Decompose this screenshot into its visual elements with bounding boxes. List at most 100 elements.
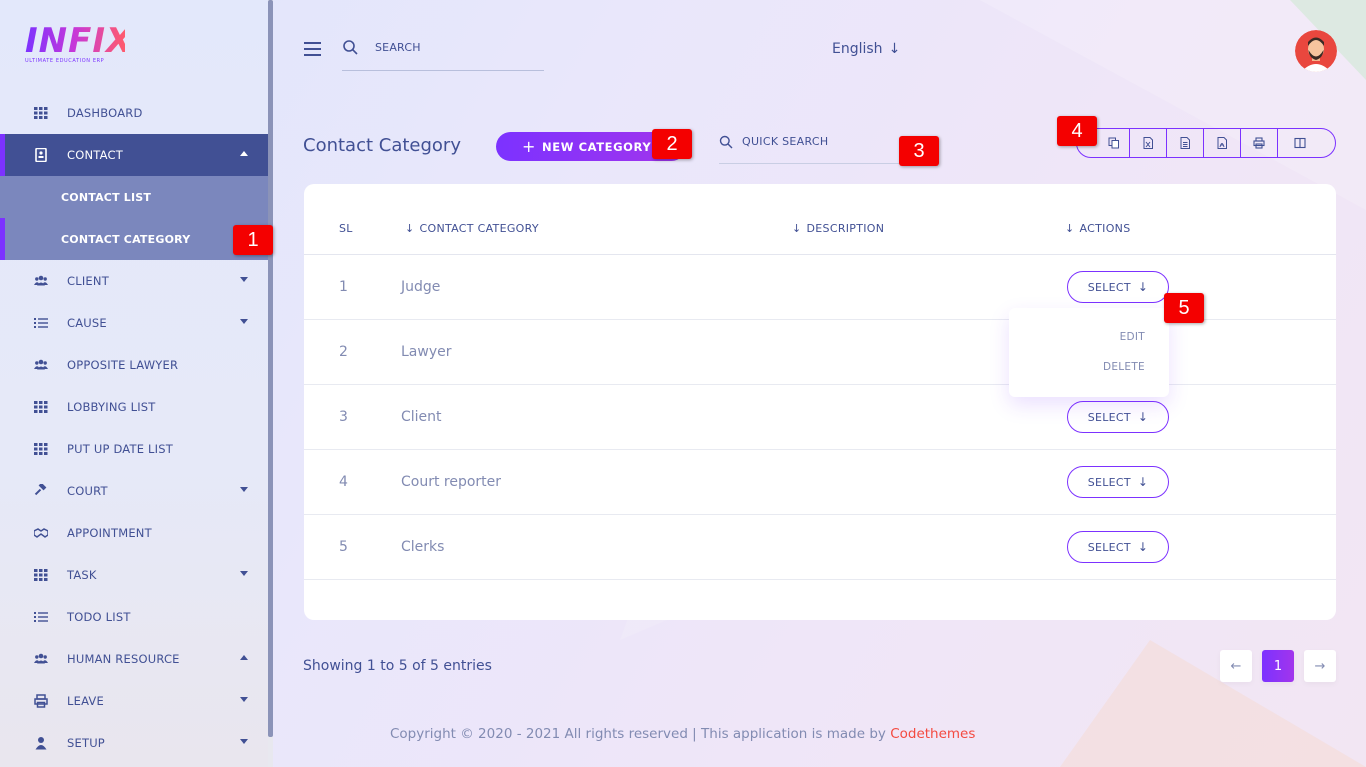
- table-row: 3 Client SELECT ↓: [304, 385, 1336, 450]
- row-sl: 5: [339, 539, 348, 555]
- row-category: Clerks: [401, 539, 445, 555]
- column-header-label: CONTACT CATEGORY: [419, 222, 539, 235]
- sidebar-item-label: CLIENT: [67, 274, 109, 288]
- chevron-down-icon: [240, 487, 248, 492]
- sidebar-menu: DASHBOARD CONTACT CONTACT LIST CONTACT C…: [0, 92, 268, 764]
- gavel-icon: [34, 484, 48, 498]
- logo[interactable]: INFIX ULTIMATE EDUCATION ERP: [25, 21, 134, 69]
- column-header-contact-category[interactable]: ↓ CONTACT CATEGORY: [405, 222, 539, 235]
- table-row: 2 Lawyer: [304, 320, 1336, 385]
- table-row: 5 Clerks SELECT ↓: [304, 515, 1336, 580]
- avatar[interactable]: [1295, 30, 1337, 72]
- chevron-down-icon: [240, 319, 248, 324]
- select-button[interactable]: SELECT ↓: [1067, 466, 1169, 498]
- grid-icon: [34, 568, 48, 582]
- language-selector[interactable]: English ↓: [832, 41, 900, 57]
- edit-menu-item[interactable]: EDIT: [1120, 331, 1145, 343]
- handshake-icon: [34, 526, 48, 540]
- arrow-down-icon: ↓: [1137, 475, 1149, 489]
- row-category: Lawyer: [401, 344, 452, 360]
- csv-button[interactable]: [1167, 129, 1204, 157]
- print-button[interactable]: [1241, 129, 1278, 157]
- prev-page-button[interactable]: ←: [1220, 650, 1252, 682]
- menu-toggle-icon[interactable]: [304, 42, 321, 56]
- excel-button[interactable]: [1130, 129, 1167, 157]
- search-input[interactable]: SEARCH: [342, 36, 544, 71]
- grid-icon: [34, 106, 48, 120]
- row-sl: 2: [339, 344, 348, 360]
- columns-icon: [1294, 137, 1306, 149]
- users-icon: [34, 652, 48, 666]
- sidebar-item-dashboard[interactable]: DASHBOARD: [0, 92, 268, 134]
- sidebar-item-opposite-lawyer[interactable]: OPPOSITE LAWYER: [0, 344, 268, 386]
- pdf-button[interactable]: [1204, 129, 1241, 157]
- chevron-down-icon: [240, 277, 248, 282]
- search-placeholder: SEARCH: [375, 41, 421, 54]
- main-content: SEARCH English ↓ Contact Category + NEW C…: [273, 0, 1366, 767]
- sidebar-item-label: HUMAN RESOURCE: [67, 652, 180, 666]
- sidebar-item-label: CONTACT: [67, 148, 123, 162]
- select-button[interactable]: SELECT ↓: [1067, 271, 1169, 303]
- row-sl: 3: [339, 409, 348, 425]
- logo-text: INFIX: [25, 21, 134, 61]
- sidebar-item-cause[interactable]: CAUSE: [0, 302, 268, 344]
- quick-search-input[interactable]: QUICK SEARCH: [719, 130, 899, 164]
- users-icon: [34, 274, 48, 288]
- sidebar-item-setup[interactable]: SETUP: [0, 722, 268, 764]
- arrow-down-icon: ↓: [1137, 280, 1149, 294]
- copy-icon: [1108, 137, 1119, 149]
- export-toolbar: [1076, 128, 1336, 158]
- search-icon: [719, 135, 733, 149]
- delete-menu-item[interactable]: DELETE: [1103, 361, 1145, 373]
- sidebar-item-contact[interactable]: CONTACT: [0, 134, 268, 176]
- sidebar-item-human-resource[interactable]: HUMAN RESOURCE: [0, 638, 268, 680]
- column-header-actions[interactable]: ↓ ACTIONS: [1065, 222, 1130, 235]
- sidebar-item-label: DASHBOARD: [67, 106, 143, 120]
- footer: Copyright © 2020 - 2021 All rights reser…: [390, 726, 975, 742]
- sort-arrow-icon: ↓: [792, 222, 802, 235]
- arrow-down-icon: ↓: [1137, 410, 1149, 424]
- page-1-button[interactable]: 1: [1262, 650, 1294, 682]
- users-icon: [34, 358, 48, 372]
- annotation-badge: 5: [1164, 293, 1204, 323]
- arrow-down-icon: ↓: [1137, 540, 1149, 554]
- columns-button[interactable]: [1278, 129, 1335, 157]
- actions-dropdown: EDIT DELETE: [1009, 308, 1169, 397]
- footer-text: Copyright © 2020 - 2021 All rights reser…: [390, 726, 891, 742]
- annotation-badge: 1: [233, 225, 273, 255]
- sidebar-item-label: CONTACT LIST: [61, 190, 152, 204]
- search-icon: [343, 40, 358, 55]
- sidebar-item-task[interactable]: TASK: [0, 554, 268, 596]
- footer-brand-link[interactable]: Codethemes: [890, 726, 975, 742]
- sidebar-item-label: APPOINTMENT: [67, 526, 152, 540]
- sidebar-item-put-up-date-list[interactable]: PUT UP DATE LIST: [0, 428, 268, 470]
- sidebar-item-client[interactable]: CLIENT: [0, 260, 268, 302]
- table-card: SL ↓ CONTACT CATEGORY ↓ DESCRIPTION ↓ ACTIO…: [304, 184, 1336, 620]
- select-button[interactable]: SELECT ↓: [1067, 401, 1169, 433]
- next-page-button[interactable]: →: [1304, 650, 1336, 682]
- quick-search-placeholder: QUICK SEARCH: [742, 135, 829, 148]
- sidebar: INFIX ULTIMATE EDUCATION ERP DASHBOARD C…: [0, 0, 268, 767]
- sidebar-subitem-contact-category[interactable]: CONTACT CATEGORY: [0, 218, 268, 260]
- sidebar-item-court[interactable]: COURT: [0, 470, 268, 512]
- chevron-down-icon: [240, 697, 248, 702]
- printer-icon: [34, 694, 48, 708]
- chevron-down-icon: [240, 571, 248, 576]
- select-label: SELECT: [1087, 475, 1131, 489]
- new-category-label: NEW CATEGORY: [542, 139, 652, 154]
- select-button[interactable]: SELECT ↓: [1067, 531, 1169, 563]
- column-header-sl[interactable]: SL: [339, 222, 353, 235]
- pdf-file-icon: [1217, 137, 1227, 149]
- sidebar-item-label: SETUP: [67, 736, 105, 750]
- sidebar-item-leave[interactable]: LEAVE: [0, 680, 268, 722]
- sort-arrow-icon: ↓: [1065, 222, 1075, 235]
- sidebar-item-appointment[interactable]: APPOINTMENT: [0, 512, 268, 554]
- select-label: SELECT: [1087, 540, 1131, 554]
- sidebar-subitem-contact-list[interactable]: CONTACT LIST: [0, 176, 268, 218]
- contact-book-icon: [34, 148, 48, 162]
- table-row: 4 Court reporter SELECT ↓: [304, 450, 1336, 515]
- column-header-description[interactable]: ↓ DESCRIPTION: [792, 222, 884, 235]
- sidebar-item-lobbying-list[interactable]: LOBBYING LIST: [0, 386, 268, 428]
- sidebar-item-todo-list[interactable]: TODO LIST: [0, 596, 268, 638]
- sidebar-item-label: LEAVE: [67, 694, 104, 708]
